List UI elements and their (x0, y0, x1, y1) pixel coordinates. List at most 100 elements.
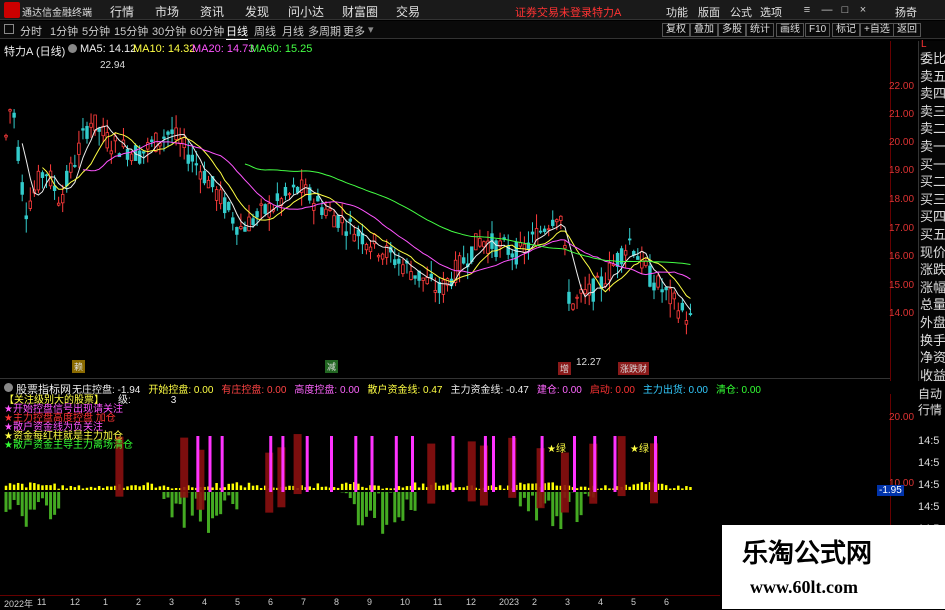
current-value-label: -1.95 (877, 485, 904, 496)
time-tick: 3 (169, 597, 175, 607)
signal-markers: 赖 减 增 涨跌财 (0, 360, 720, 375)
f10-button[interactable]: F10 (805, 23, 831, 37)
watermark-url: www.60lt.com (750, 577, 858, 597)
high-price-label: 22.94 (100, 60, 126, 71)
y-tick: 18.00 (889, 194, 915, 205)
side-item: 买五 (920, 227, 945, 242)
tab-monthly[interactable]: 月线 (282, 23, 304, 39)
menu-item-gongneng[interactable]: 功能 (666, 4, 688, 20)
menu-item-gongshi[interactable]: 公式 (730, 4, 752, 20)
tab-more[interactable]: 更多 (343, 23, 365, 39)
y2-tick: 20.00 (889, 412, 915, 423)
y-tick: 17.00 (889, 223, 915, 234)
menu-item-xuanxiang[interactable]: 选项 (760, 4, 782, 20)
title-bar: 通达信金融终端 行情 市场 资讯 发现 问小达 财富圈 交易 证券交易未登录 特… (0, 0, 945, 20)
time-tick: 8 (334, 597, 340, 607)
side-quote[interactable]: 行情 (918, 402, 945, 418)
side-item: 现价 (920, 244, 945, 260)
y-tick: 21.00 (889, 109, 915, 120)
time-tick: 7 (301, 597, 307, 607)
y-tick: 14.00 (889, 308, 915, 319)
time-tick: 12 (466, 597, 477, 607)
menu-item-caifuquan[interactable]: 财富圈 (342, 3, 378, 20)
watermark: 乐淘公式网 www.60lt.com (722, 525, 945, 609)
menu-item-faxian[interactable]: 发现 (245, 3, 269, 20)
settings-icon[interactable] (4, 383, 13, 392)
close-button[interactable]: × (856, 3, 870, 17)
tab-1min[interactable]: 1分钟 (50, 23, 78, 39)
y-tick: 19.00 (889, 165, 915, 176)
time-tick: 6 (664, 597, 670, 607)
tab-15min[interactable]: 15分钟 (114, 23, 148, 39)
menu-item-zixun[interactable]: 资讯 (200, 3, 224, 20)
time-tick: 2022年 (4, 599, 34, 609)
side-item: 涨跌 (920, 262, 945, 278)
side-item: 总量 (920, 297, 945, 313)
y-tick: 20.00 (889, 137, 915, 148)
time-tick: 12 (70, 597, 81, 607)
side-item: 卖五 (920, 68, 945, 84)
menu-item-hangqing[interactable]: 行情 (110, 3, 134, 20)
menu-item-shichang[interactable]: 市场 (155, 3, 179, 20)
time-entry: 14:5 (918, 501, 940, 513)
side-auto[interactable]: 自动 (918, 386, 945, 402)
quote-side-panel: L 委比 卖五 卖四 卖三 卖二 卖一 买一 买二 买三 买四 买五 现价 涨跌 涨幅 总量 外盘 换手 净资 收益 (918, 39, 945, 383)
side-panel-bottom: 自动 行情 (918, 386, 945, 426)
tab-daily[interactable]: 日线 (226, 23, 248, 40)
menu-icon[interactable]: ≡ (800, 3, 814, 17)
add-watchlist-button[interactable]: +自选 (860, 23, 894, 37)
back-button[interactable]: 返回 (893, 23, 921, 37)
tab-multi[interactable]: 多周期 (308, 23, 341, 39)
multistock-button[interactable]: 多股 (718, 23, 746, 37)
time-tick: 11 (37, 597, 47, 607)
price-chart[interactable] (0, 57, 890, 365)
menu-item-jiaoyi[interactable]: 交易 (396, 3, 420, 20)
indicator-title-bar: 股票指标网 无庄控盘: -1.94 开始控盘: 0.00 有庄控盘: 0.00 高度控… (0, 378, 890, 396)
ma20-label: MA20: 14.73 (192, 43, 255, 55)
mark-button[interactable]: 标记 (832, 23, 860, 37)
time-tick: 11 (433, 597, 443, 607)
tab-fenshi[interactable]: 分时 (20, 23, 42, 39)
tab-5min[interactable]: 5分钟 (82, 23, 110, 39)
maximize-button[interactable]: □ (838, 3, 852, 17)
time-tick: 2 (532, 597, 538, 607)
stats-button[interactable]: 统计 (746, 23, 774, 37)
overlay-button[interactable]: 叠加 (690, 23, 718, 37)
tab-60min[interactable]: 60分钟 (190, 23, 224, 39)
menu-item-banmian[interactable]: 版面 (698, 4, 720, 20)
minimize-button[interactable]: — (820, 3, 834, 17)
user-label[interactable]: 扬奇 (895, 4, 917, 20)
tab-weekly[interactable]: 周线 (254, 23, 276, 39)
time-entry: 14:5 (918, 457, 940, 469)
grid-icon[interactable] (4, 24, 14, 34)
time-entry: 14:5 (918, 435, 940, 447)
indicator-legend: 【关注级别大的股票】 级: 3 ★开始控盘信号出现请关注 ★主力控盘高度控盘 加仓 … (4, 396, 176, 451)
price-info-bar: 特力A (日线) MA5: 14.12 MA10: 14.32 MA20: 14… (0, 41, 890, 58)
signal-star: ★绿 (630, 444, 649, 455)
side-item: 买三 (920, 191, 945, 207)
ma10-label: MA10: 14.32 (133, 43, 196, 55)
legend-line: ★散户资金主导主力离场清仓 (4, 440, 133, 451)
side-item: 买四 (920, 209, 945, 225)
time-tick: 2 (136, 597, 142, 607)
time-tick: 9 (367, 597, 373, 607)
fuquan-button[interactable]: 复权 (662, 23, 690, 37)
chevron-down-icon[interactable]: ▾ (368, 23, 374, 36)
settings-icon[interactable] (68, 44, 77, 53)
side-item: 卖二 (920, 121, 945, 137)
time-tick: 6 (268, 597, 274, 607)
draw-button[interactable]: 画线 (776, 23, 804, 37)
menu-item-wenxiaoda[interactable]: 问小达 (288, 3, 324, 20)
period-tabbar: 分时 1分钟 5分钟 15分钟 30分钟 60分钟 日线 周线 月线 多周期 更… (0, 21, 945, 40)
signal-star: ★绿 (547, 444, 566, 455)
login-status[interactable]: 证券交易未登录 (515, 4, 592, 20)
marker-1: 赖 (72, 360, 86, 373)
marker-4: 涨跌财 (618, 362, 650, 375)
side-item: 外盘 (920, 315, 945, 330)
marker-3: 增 (558, 362, 572, 375)
side-item: 涨幅 (920, 279, 945, 295)
time-tick: 1 (103, 597, 109, 607)
app-logo-icon (4, 2, 20, 18)
stock-title: 特力A (592, 7, 622, 19)
tab-30min[interactable]: 30分钟 (152, 23, 186, 39)
